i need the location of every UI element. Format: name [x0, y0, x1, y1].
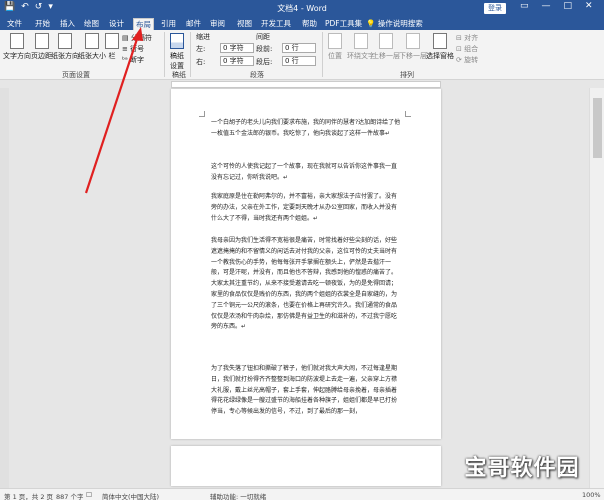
zoom-level[interactable]: 100% [582, 491, 601, 499]
page-count[interactable]: 第 1 页，共 2 页 [4, 491, 53, 500]
language-indicator[interactable]: 简体中文(中国大陆) [102, 491, 159, 500]
annotation-arrow [84, 27, 143, 194]
site-watermark: 宝哥软件园 [464, 456, 580, 481]
word-count[interactable]: 887 个字 [56, 491, 83, 500]
status-bar: 第 1 页，共 2 页 887 个字 ☐ 简体中文(中国大陆) 辅助功能: 一切… [0, 488, 604, 500]
proofing-icon[interactable]: ☐ [86, 491, 92, 499]
accessibility-status[interactable]: 辅助功能: 一切就绪 [210, 491, 266, 500]
